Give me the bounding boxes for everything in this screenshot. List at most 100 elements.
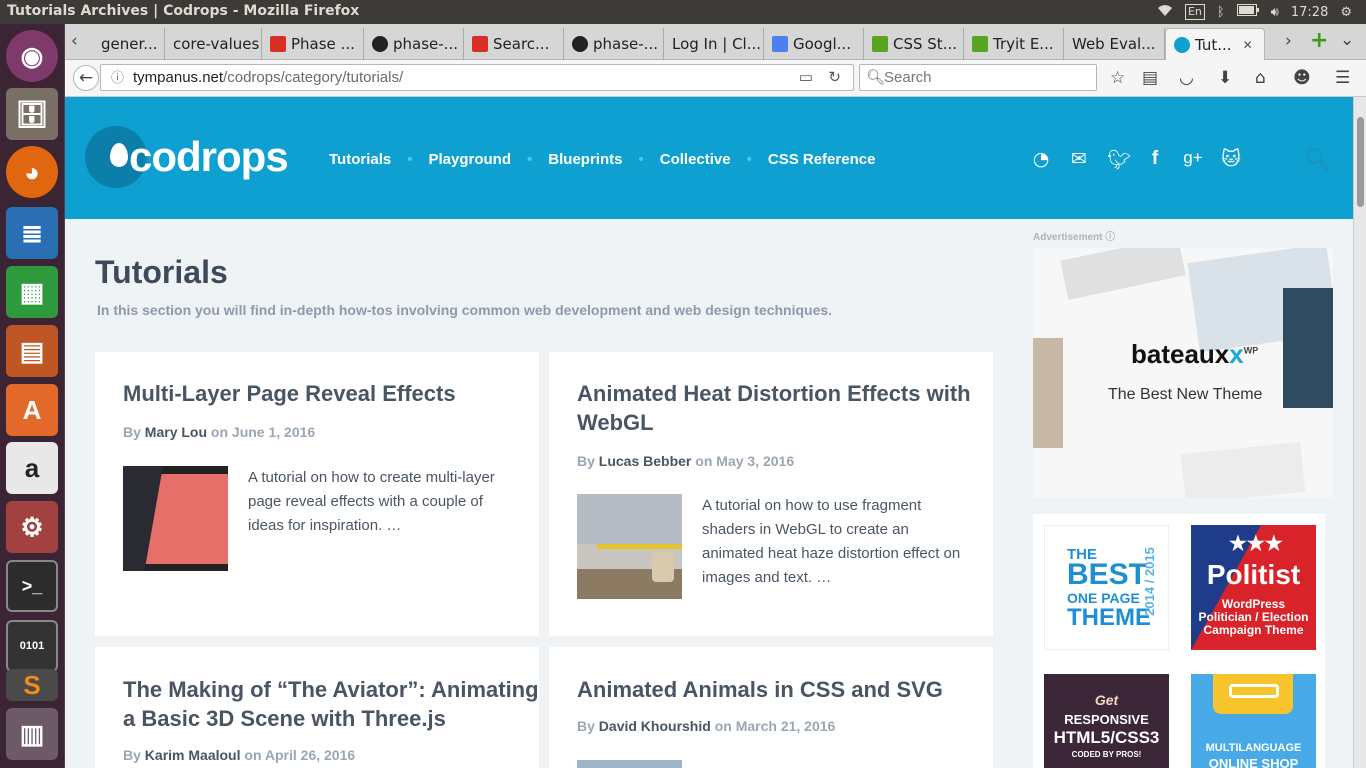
tab-10[interactable]: Tryit E... <box>964 28 1064 60</box>
hamburger-menu-icon[interactable]: ☰ <box>1335 68 1350 88</box>
article-title[interactable]: Animated Heat Distortion Effects with Web… <box>577 379 971 437</box>
facebook-icon[interactable]: f <box>1145 148 1165 171</box>
writer-icon[interactable]: ≣ <box>6 207 58 259</box>
reload-icon[interactable]: ↻ <box>828 65 841 90</box>
new-tab-icon[interactable]: + <box>1310 28 1328 53</box>
power-gear-icon[interactable]: ⚙ <box>1340 5 1352 20</box>
tab-5[interactable]: Searc... <box>464 28 564 60</box>
impress-icon[interactable]: ▤ <box>6 325 58 377</box>
wifi-icon[interactable] <box>1157 3 1173 21</box>
twitter-icon[interactable]: 🐦︎ <box>1107 148 1131 171</box>
tab-9[interactable]: CSS St... <box>864 28 964 60</box>
tabs-scroll-right-icon[interactable]: › <box>1285 31 1292 51</box>
advertisement-banner[interactable]: bateauxxWP The Best New Theme <box>1033 248 1333 498</box>
sublime-icon[interactable]: S <box>6 669 58 701</box>
article-author[interactable]: Karim Maaloul <box>145 747 241 763</box>
close-tab-icon[interactable]: ✕ <box>1243 38 1253 52</box>
pocket-icon[interactable]: ◡ <box>1179 68 1194 88</box>
home-icon[interactable]: ⌂ <box>1255 68 1266 88</box>
scrollbar-thumb[interactable] <box>1357 117 1364 207</box>
tab-2[interactable]: core-values <box>165 28 262 60</box>
tab-1[interactable]: gener... <box>93 28 165 60</box>
site-logo-text[interactable]: codrops <box>129 133 289 181</box>
nav-item-playground[interactable]: Playground <box>429 151 512 168</box>
tab-4[interactable]: phase-... <box>364 28 464 60</box>
nav-separator: • <box>407 151 413 168</box>
clock[interactable]: 17:28 <box>1291 5 1328 20</box>
article-card[interactable]: Multi-Layer Page Reveal Effects By Mary … <box>95 352 539 636</box>
back-button[interactable]: ← <box>73 65 99 91</box>
calc-icon[interactable]: ▦ <box>6 266 58 318</box>
advertisement-label: Advertisement ⓘ <box>1033 232 1116 243</box>
promo-multilanguage-shop[interactable]: MULTILANGUAGE ONLINE SHOP <box>1191 674 1316 768</box>
tab-6[interactable]: phase-... <box>564 28 664 60</box>
site-info-icon[interactable]: ⓘ <box>111 65 124 90</box>
tab-label: Googl... <box>793 35 851 53</box>
tab-bar: ‹ gener... core-values Phase ... phase-... S… <box>65 24 1366 60</box>
tab-8[interactable]: Googl... <box>764 28 864 60</box>
nav-item-css-reference[interactable]: CSS Reference <box>768 151 876 168</box>
tab-7[interactable]: Log In | Cl... <box>664 28 764 60</box>
software-center-icon[interactable]: A <box>6 384 58 436</box>
keyboard-layout-indicator[interactable]: En <box>1184 4 1205 20</box>
url-host: tympanus.net <box>133 69 224 86</box>
tabs-scroll-left-icon[interactable]: ‹ <box>71 31 78 51</box>
codepen-icon <box>872 36 888 52</box>
article-thumbnail[interactable] <box>577 760 682 768</box>
amazon-icon[interactable]: a <box>6 442 58 494</box>
info-icon[interactable]: ⓘ <box>1105 232 1115 243</box>
terminal-icon[interactable]: >_ <box>6 560 58 612</box>
system-settings-icon[interactable]: ⚙ <box>6 501 58 553</box>
hello-chat-icon[interactable]: ☻ <box>1293 68 1311 88</box>
volume-icon[interactable]: 🔊︎ <box>1271 5 1279 20</box>
bookmarks-menu-icon[interactable]: ▤ <box>1142 68 1158 88</box>
workspaces-icon[interactable]: ▥ <box>6 708 58 760</box>
ubuntu-dash-icon[interactable]: ◉ <box>6 30 58 82</box>
url-bar[interactable]: ⓘ tympanus.net/codrops/category/tutorial… <box>100 64 854 91</box>
search-input[interactable]: 🔍︎ Search <box>859 64 1097 91</box>
article-title[interactable]: The Making of “The Aviator”: Animating a … <box>123 675 539 733</box>
article-thumbnail[interactable] <box>577 494 682 599</box>
article-card[interactable]: Animated Animals in CSS and SVG By David… <box>549 647 993 768</box>
site-search-icon[interactable]: 🔍︎ <box>1304 148 1332 173</box>
nav-item-collective[interactable]: Collective <box>660 151 731 168</box>
unity-launcher: ◉ 🗄︎ ◕ ≣ ▦ ▤ A a ⚙ >_ 0101 S ▥ <box>0 24 65 768</box>
tab-12[interactable]: Tut... ✕ <box>1165 28 1265 60</box>
downloads-icon[interactable]: ⬇ <box>1218 68 1232 88</box>
article-title[interactable]: Animated Animals in CSS and SVG <box>577 675 943 704</box>
article-thumbnail[interactable] <box>123 466 228 571</box>
article-card[interactable]: Animated Heat Distortion Effects with Web… <box>549 352 993 636</box>
tab-label: Tryit E... <box>993 35 1054 53</box>
article-author[interactable]: Lucas Bebber <box>599 453 692 469</box>
google-plus-icon[interactable]: g+ <box>1183 148 1203 171</box>
promo-politist-theme[interactable]: ★★★ Politist WordPress Politician / Elec… <box>1191 525 1316 650</box>
google-translate-icon <box>772 36 788 52</box>
binary-editor-icon[interactable]: 0101 <box>6 620 58 672</box>
article-title[interactable]: Multi-Layer Page Reveal Effects <box>123 379 456 408</box>
nav-item-blueprints[interactable]: Blueprints <box>548 151 622 168</box>
promo-best-one-page-theme[interactable]: THE BEST ONE PAGE THEME 2014 / 2015 <box>1044 525 1169 650</box>
battery-icon[interactable] <box>1236 4 1259 20</box>
files-icon[interactable]: 🗄︎ <box>6 88 58 140</box>
bluetooth-icon[interactable]: ᛒ <box>1217 5 1225 20</box>
github-icon[interactable]: 🐱︎ <box>1221 148 1241 171</box>
mail-icon[interactable]: ✉ <box>1069 148 1089 171</box>
social-links: ◔ ✉ 🐦︎ f g+ 🐱︎ <box>1031 148 1241 171</box>
tab-3[interactable]: Phase ... <box>262 28 364 60</box>
page-title: Tutorials <box>95 254 228 290</box>
reader-view-icon[interactable]: ▭ <box>799 65 813 90</box>
firefox-icon[interactable]: ◕ <box>6 146 58 198</box>
list-all-tabs-icon[interactable]: ⌄ <box>1340 30 1354 50</box>
bookmark-star-icon[interactable]: ☆ <box>1110 68 1125 88</box>
article-author[interactable]: Mary Lou <box>145 424 207 440</box>
promo-responsive-html5-css3[interactable]: Get RESPONSIVE HTML5/CSS3 CODED BY PROS! <box>1044 674 1169 768</box>
tab-11[interactable]: Web Eval... <box>1064 28 1165 60</box>
page-scrollbar[interactable] <box>1353 97 1366 768</box>
site-header: codrops Tutorials • Playground • Blueprints •… <box>65 97 1353 219</box>
article-meta: By Karim Maaloul on April 26, 2016 <box>123 747 356 763</box>
rss-icon[interactable]: ◔ <box>1031 148 1051 171</box>
article-author[interactable]: David Khourshid <box>599 718 711 734</box>
article-card[interactable]: The Making of “The Aviator”: Animating a … <box>95 647 539 768</box>
nav-item-tutorials[interactable]: Tutorials <box>329 151 391 168</box>
article-date: June 1, 2016 <box>231 424 316 440</box>
